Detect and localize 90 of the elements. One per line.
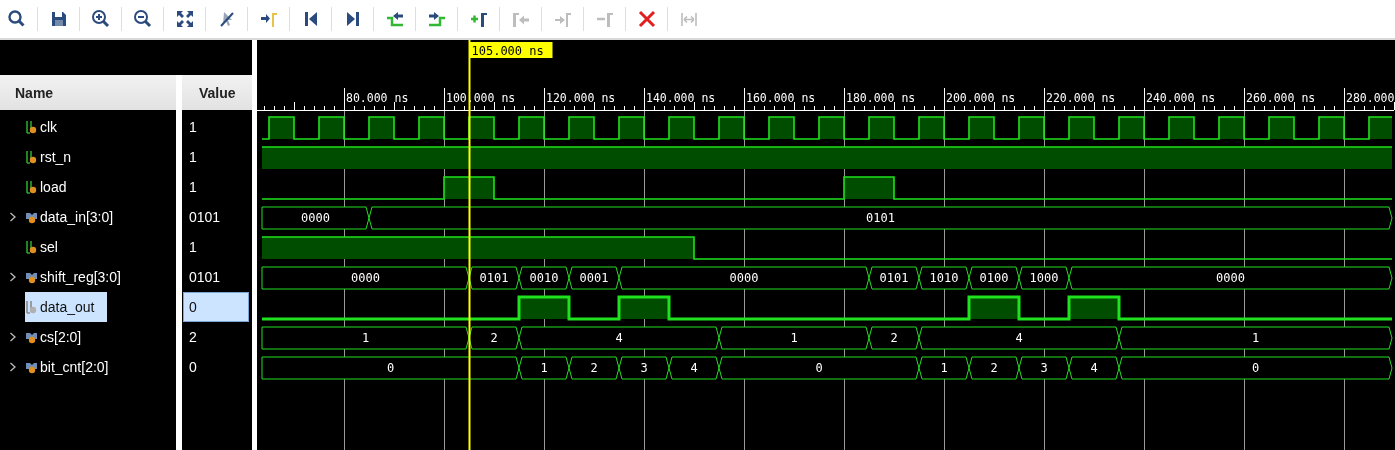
time-label: 120.000 ns: [546, 91, 616, 105]
bus-value: 0101: [879, 271, 909, 285]
bus-value: 0: [1251, 361, 1260, 375]
bit-signal-icon: [25, 180, 38, 194]
time-label: 280.000: [1346, 91, 1395, 105]
signal-name-item[interactable]: data_out: [25, 292, 107, 322]
time-label: 200.000 ns: [946, 91, 1016, 105]
bus-signal-icon: [25, 210, 38, 224]
signal-value: 0: [183, 292, 249, 322]
bus-value: 2: [990, 361, 998, 375]
time-label: 260.000 ns: [1246, 91, 1316, 105]
signal-name: sel: [40, 239, 58, 255]
bus-value: 0000: [351, 271, 380, 285]
expand-chevron-icon[interactable]: [8, 212, 17, 222]
bus-value: 1: [790, 331, 798, 345]
bus-value: 0101: [866, 211, 895, 225]
bus-value: 4: [615, 331, 623, 345]
expand-chevron-icon[interactable]: [8, 332, 17, 342]
step-arrow-left-icon: [384, 9, 405, 29]
time-label: 160.000 ns: [746, 91, 816, 105]
signal-name: bit_cnt[2:0]: [40, 359, 109, 375]
bit-signal-icon: [25, 300, 38, 314]
step-arrow-right-icon: [426, 9, 447, 29]
bus-signal-icon: [25, 330, 38, 344]
signal-value: 0101: [188, 268, 222, 287]
bus-value: 2: [890, 331, 898, 345]
bus-value: 0000: [1216, 271, 1245, 285]
signal-name: data_out: [40, 299, 95, 315]
time-label: 80.000 ns: [346, 91, 409, 105]
bus-value: 0010: [529, 271, 559, 285]
time-label: 180.000 ns: [846, 91, 916, 105]
signal-name: shift_reg[3:0]: [40, 269, 121, 285]
bus-signal-icon: [25, 360, 38, 374]
delete-icon: [636, 9, 657, 29]
bus-value: 1: [361, 331, 370, 345]
signal-name: load: [40, 179, 67, 195]
bus-value: 1: [1251, 331, 1260, 345]
zoom-out-icon: [132, 9, 153, 29]
bus-signal-icon: [25, 270, 38, 284]
signal-value: 1: [188, 148, 198, 167]
signal-name-item[interactable]: clk: [25, 112, 70, 142]
signal-value: 1: [188, 238, 198, 257]
column-header[interactable]: Name: [0, 75, 176, 110]
bus-value: 4: [1090, 361, 1098, 375]
signal-value: 2: [188, 328, 198, 347]
zoom-in-icon: [90, 9, 111, 29]
bus-value: 0000: [729, 271, 759, 285]
bus-value: 2: [490, 331, 498, 345]
bus-value: 4: [690, 361, 698, 375]
bus-value: 0001: [579, 271, 609, 285]
bus-value: 0000: [301, 211, 330, 225]
bit-signal-icon: [25, 120, 38, 134]
bus-value: 3: [1040, 361, 1048, 375]
signal-name-item[interactable]: bit_cnt[2:0]: [25, 352, 121, 382]
bus-value: 4: [1015, 331, 1023, 345]
bus-value: 0: [815, 361, 823, 375]
cursor-time-label: 105.000 ns: [469, 42, 553, 58]
bus-value: 0100: [979, 271, 1009, 285]
bus-value: 0: [386, 361, 395, 375]
time-label: 140.000 ns: [646, 91, 716, 105]
signal-name-item[interactable]: rst_n: [25, 142, 84, 172]
signal-value: 0: [188, 358, 198, 377]
time-label: 240.000 ns: [1146, 91, 1216, 105]
signal-name: rst_n: [40, 149, 72, 165]
bus-value: 1010: [929, 271, 959, 285]
bus-value: 2: [590, 361, 598, 375]
expand-chevron-icon[interactable]: [8, 362, 17, 372]
signal-name-item[interactable]: cs[2:0]: [25, 322, 94, 352]
bit-signal-icon: [25, 150, 38, 164]
bus-value: 1: [540, 361, 548, 375]
signal-name: data_in[3:0]: [40, 209, 114, 225]
search-icon: [6, 9, 27, 29]
bus-value: 1000: [1029, 271, 1059, 285]
signal-value: 1: [188, 118, 198, 137]
signal-value: 1: [188, 178, 198, 197]
signal-value: 0101: [188, 208, 222, 227]
bus-value: 0101: [479, 271, 509, 285]
expand-arrows-icon: [174, 9, 195, 29]
signal-name-item[interactable]: shift_reg[3:0]: [25, 262, 133, 292]
bit-signal-icon: [25, 240, 38, 254]
column-header[interactable]: Value: [182, 75, 252, 110]
bus-value: 1: [940, 361, 948, 375]
signal-name-item[interactable]: data_in[3:0]: [25, 202, 126, 232]
bus-value: 3: [640, 361, 648, 375]
signal-name: cs[2:0]: [40, 329, 82, 345]
signal-name: clk: [40, 119, 58, 135]
signal-name-item[interactable]: sel: [25, 232, 70, 262]
expand-chevron-icon[interactable]: [8, 272, 17, 282]
signal-name-item[interactable]: load: [25, 172, 79, 202]
time-label: 220.000 ns: [1046, 91, 1116, 105]
